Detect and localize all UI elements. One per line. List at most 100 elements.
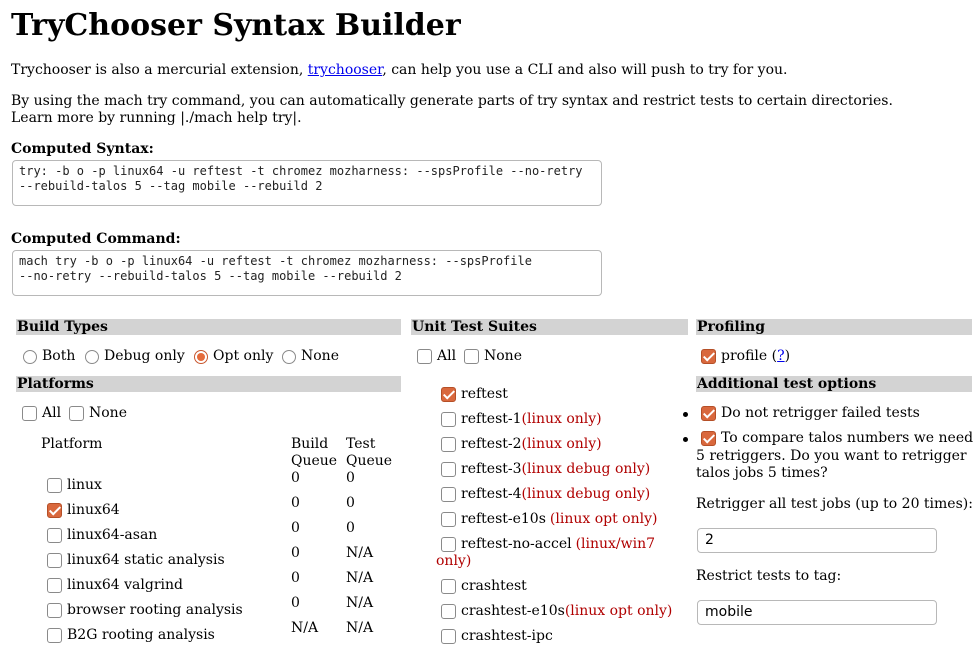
platform-row[interactable]: linux <box>47 477 102 494</box>
unit-test-item[interactable]: reftest-1 (linux only) <box>441 411 602 428</box>
no-retrigger-checkbox[interactable] <box>701 406 716 421</box>
page-title: TryChooser Syntax Builder <box>11 8 461 43</box>
platform-checkbox[interactable] <box>47 553 62 568</box>
unit-test-item[interactable]: crashtest-ipc <box>441 628 553 645</box>
build-queue-value: 0 <box>291 545 300 561</box>
unit-test-name: crashtest-e10s <box>461 603 565 619</box>
unit-tests-all-checkbox[interactable] <box>417 349 432 364</box>
unit-tests-all[interactable]: All <box>417 348 456 365</box>
unit-test-note-cont: only) <box>436 553 472 569</box>
unit-tests-none[interactable]: None <box>464 348 522 365</box>
unit-test-name: reftest-1 <box>461 411 522 427</box>
talos-retrigger-option[interactable]: To compare talos numbers we need <box>701 430 973 447</box>
unit-test-checkbox[interactable] <box>441 579 456 594</box>
platform-checkbox[interactable] <box>47 603 62 618</box>
build-types-heading: Build Types <box>16 319 401 335</box>
test-queue-value: 0 <box>346 520 355 536</box>
computed-syntax-label: Computed Syntax: <box>11 141 154 157</box>
unit-test-item[interactable]: reftest-e10s (linux opt only) <box>441 511 657 528</box>
unit-test-checkbox[interactable] <box>441 604 456 619</box>
build-type-debug[interactable]: Debug only <box>85 348 185 365</box>
platform-name: linux64-asan <box>67 527 158 543</box>
unit-test-checkbox[interactable] <box>441 412 456 427</box>
bullet-2 <box>683 437 688 442</box>
computed-syntax-box[interactable]: try: -b o -p linux64 -u reftest -t chrom… <box>12 160 602 206</box>
profiling-heading: Profiling <box>696 319 972 335</box>
unit-test-checkbox[interactable] <box>441 387 456 402</box>
radio-opt[interactable] <box>194 349 208 364</box>
unit-test-checkbox[interactable] <box>441 629 456 644</box>
profile-option[interactable]: profile (?) <box>701 348 790 365</box>
col-build-queue: Queue <box>291 453 338 469</box>
computed-command-box[interactable]: mach try -b o -p linux64 -u reftest -t c… <box>12 250 602 296</box>
unit-test-checkbox[interactable] <box>441 512 456 527</box>
no-retrigger-option[interactable]: Do not retrigger failed tests <box>701 405 920 422</box>
profile-help-link[interactable]: ? <box>777 348 785 365</box>
radio-both[interactable] <box>23 349 37 364</box>
test-queue-value: N/A <box>346 570 374 586</box>
unit-test-item[interactable]: reftest <box>441 386 508 403</box>
profile-checkbox[interactable] <box>701 349 716 364</box>
platform-row[interactable]: B2G rooting analysis <box>47 627 215 644</box>
unit-test-name: reftest-3 <box>461 461 522 477</box>
talos-line3: talos jobs 5 times? <box>696 465 828 481</box>
retrigger-input[interactable]: 2 <box>697 528 937 553</box>
platform-row[interactable]: linux64-asan <box>47 527 157 544</box>
unit-test-checkbox[interactable] <box>441 537 456 552</box>
build-type-opt[interactable]: Opt only <box>194 348 273 365</box>
unit-test-note: (linux debug only) <box>521 486 651 502</box>
intro-after: , can help you use a CLI and also will p… <box>382 62 788 78</box>
platforms-all-checkbox[interactable] <box>22 406 37 421</box>
unit-test-item[interactable]: crashtest-e10s (linux opt only) <box>441 603 672 620</box>
trychooser-link[interactable]: trychooser <box>308 62 383 78</box>
retrigger-label: Retrigger all test jobs (up to 20 times)… <box>696 496 973 512</box>
unit-test-note: (linux only) <box>521 411 602 427</box>
unit-test-note: (linux only) <box>521 436 602 452</box>
col-test-queue: Queue <box>346 453 393 469</box>
platform-row[interactable]: browser rooting analysis <box>47 602 243 619</box>
unit-tests-heading: Unit Test Suites <box>411 319 688 335</box>
unit-test-item[interactable]: reftest-2 (linux only) <box>441 436 602 453</box>
platform-row[interactable]: linux64 static analysis <box>47 552 225 569</box>
platform-checkbox[interactable] <box>47 528 62 543</box>
unit-test-note: (linux/win7 <box>575 536 656 552</box>
platform-row[interactable]: linux64 <box>47 502 120 519</box>
platform-checkbox[interactable] <box>47 478 62 493</box>
intro-before: Trychooser is also a mercurial extension… <box>11 62 308 78</box>
platform-checkbox[interactable] <box>47 628 62 643</box>
talos-retrigger-checkbox[interactable] <box>701 431 716 446</box>
platform-name: linux64 <box>67 502 120 518</box>
platforms-none[interactable]: None <box>69 405 127 422</box>
unit-tests-none-checkbox[interactable] <box>464 349 479 364</box>
unit-test-name: reftest-2 <box>461 436 522 452</box>
platform-checkbox[interactable] <box>47 578 62 593</box>
unit-test-item[interactable]: crashtest <box>441 578 527 595</box>
bullet-1 <box>683 412 688 417</box>
unit-test-item[interactable]: reftest-3 (linux debug only) <box>441 461 650 478</box>
unit-test-item[interactable]: reftest-no-accel (linux/win7 <box>441 536 655 553</box>
unit-test-checkbox[interactable] <box>441 462 456 477</box>
col-test: Test <box>346 436 376 452</box>
test-queue-value: 0 <box>346 495 355 511</box>
unit-test-checkbox[interactable] <box>441 437 456 452</box>
col-build: Build <box>291 436 329 452</box>
unit-test-name: reftest-e10s <box>461 511 546 527</box>
unit-test-name: crashtest-ipc <box>461 628 553 644</box>
computed-command-label: Computed Command: <box>11 231 181 247</box>
platforms-heading: Platforms <box>16 376 401 392</box>
unit-test-note: (linux debug only) <box>521 461 651 477</box>
platform-name: browser rooting analysis <box>67 602 243 618</box>
radio-none[interactable] <box>282 349 296 364</box>
unit-test-checkbox[interactable] <box>441 487 456 502</box>
radio-debug[interactable] <box>85 349 99 364</box>
build-type-none[interactable]: None <box>282 348 339 365</box>
tag-input[interactable]: mobile <box>697 600 937 625</box>
platform-checkbox[interactable] <box>47 503 62 518</box>
platforms-none-checkbox[interactable] <box>69 406 84 421</box>
platform-row[interactable]: linux64 valgrind <box>47 577 183 594</box>
platforms-all[interactable]: All <box>22 405 61 422</box>
unit-test-item[interactable]: reftest-4 (linux debug only) <box>441 486 650 503</box>
unit-test-name: reftest <box>461 386 508 402</box>
build-type-both[interactable]: Both <box>23 348 75 365</box>
unit-test-note: (linux opt only) <box>564 603 673 619</box>
